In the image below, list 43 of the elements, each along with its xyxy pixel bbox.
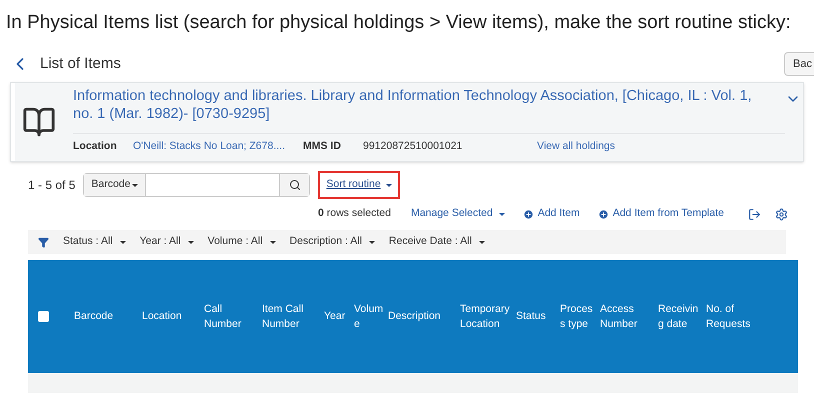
rows-selected: 0 rows selected	[318, 206, 391, 222]
column-header[interactable]: Location	[142, 309, 204, 324]
caption: In Physical Items list (search for physical holdings > View items), make the sort routine sticky:	[5, 11, 792, 35]
view-holdings-link[interactable]: View all holdings	[537, 139, 616, 155]
column-header[interactable]: Process type	[560, 302, 600, 332]
column-header[interactable]: Status	[516, 309, 560, 324]
export-icon[interactable]	[748, 208, 761, 220]
column-header[interactable]: Temporary Location	[460, 302, 516, 332]
column-header[interactable]: Item Call Number	[262, 302, 324, 332]
column-header[interactable]: Call Number	[204, 302, 262, 332]
column-header[interactable]: Description	[388, 309, 460, 324]
column-header[interactable]: Receiving date	[658, 302, 706, 332]
scope-dropdown[interactable]: Barcode	[84, 174, 146, 196]
filter-dropdown[interactable]: Volume : All	[208, 234, 276, 250]
column-header[interactable]: Year	[324, 309, 354, 324]
page-title: List of Items	[40, 54, 121, 74]
book-icon	[22, 105, 56, 139]
add-item-button[interactable]: Add Item	[522, 206, 580, 222]
add-item-button[interactable]: Add Item from Template	[598, 206, 724, 222]
column-header[interactable]: No. of Requests	[706, 302, 756, 332]
mms-id-label: MMS ID	[303, 139, 342, 154]
location-label: Location	[73, 139, 118, 154]
record-title[interactable]: Information technology and libraries. Library and Information Technology Association, [Chicago, IL : Vol. 1, no. 1 (Mar. 1982)- [0730-9295]	[73, 87, 785, 123]
filter-dropdown[interactable]: Receive Date : All	[388, 234, 485, 250]
mms-id-value: 99120872510001021	[363, 139, 464, 154]
filter-icon[interactable]	[38, 236, 49, 248]
search-icon[interactable]	[288, 179, 301, 191]
select-all-checkbox[interactable]	[38, 311, 49, 322]
filter-dropdown[interactable]: Year : All	[140, 234, 194, 250]
plus-icon	[598, 208, 609, 220]
filter-dropdown[interactable]: Status : All	[63, 234, 126, 250]
filter-dropdown[interactable]: Description : All	[290, 234, 375, 250]
location-link[interactable]: O'Neill: Stacks No Loan; Z678....	[133, 139, 303, 155]
manage-selected-dropdown[interactable]: Manage Selected	[410, 206, 505, 222]
settings-icon[interactable]	[775, 208, 788, 220]
result-count: 1 - 5 of 5	[28, 177, 76, 194]
column-header[interactable]: Volume	[354, 302, 388, 332]
column-header[interactable]: Barcode	[58, 309, 142, 324]
plus-icon	[522, 208, 534, 220]
back-button[interactable]: Bac	[784, 52, 814, 76]
sort-routine-dropdown[interactable]: Sort routine	[318, 171, 400, 199]
column-header[interactable]: Access Number	[600, 302, 658, 332]
search-field[interactable]: Barcode	[83, 173, 310, 197]
